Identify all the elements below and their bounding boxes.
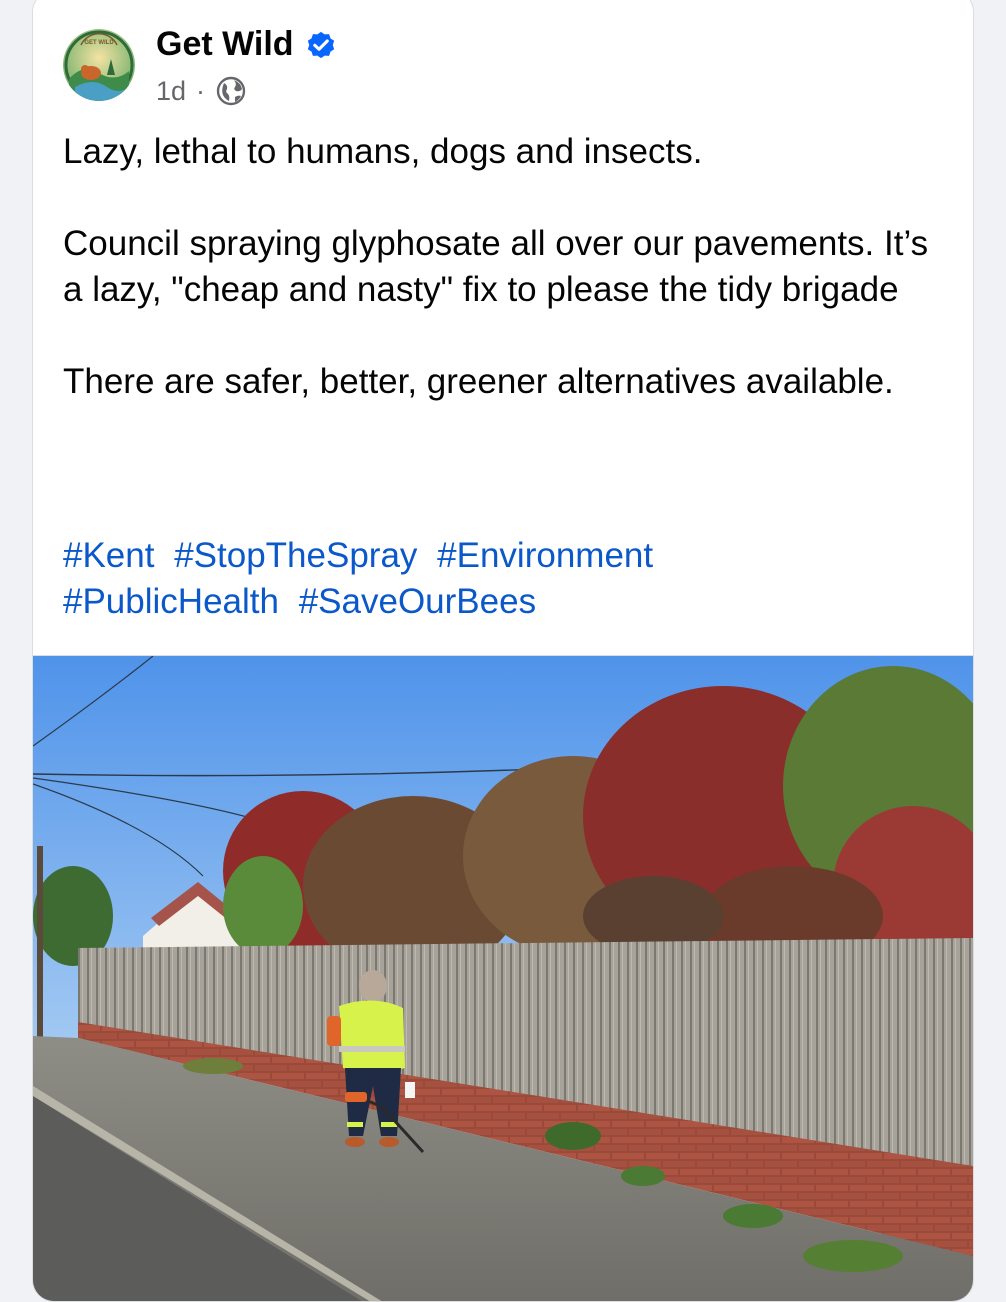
post-meta: 1d · [156,75,247,107]
avatar-logo-text: GET WILD [84,40,114,46]
post-paragraph: Council spraying glyphosate all over our… [63,224,938,309]
post-card: GET WILD Get Wild 1d · Lazy, lethal to h… [32,0,974,1302]
meta-separator: · [196,75,206,106]
globe-icon[interactable] [215,75,247,107]
post-photo[interactable] [33,655,973,1301]
hashtag-link[interactable]: #SaveOurBees [299,582,536,621]
avatar[interactable]: GET WILD [63,29,135,101]
post-paragraph: Lazy, lethal to humans, dogs and insects… [63,132,703,171]
hashtag-link[interactable]: #PublicHealth [63,582,279,621]
post-paragraph: There are safer, better, greener alterna… [63,362,894,401]
author-row: Get Wild [156,25,338,64]
hashtag-link[interactable]: #Kent [63,536,154,575]
timestamp[interactable]: 1d [156,76,186,107]
verified-badge-icon [304,28,338,62]
hashtag-list: #Kent #StopTheSpray #Environment #Public… [63,533,943,625]
post-body: Lazy, lethal to humans, dogs and insects… [63,129,943,451]
hashtag-link[interactable]: #Environment [437,536,653,575]
author-name[interactable]: Get Wild [156,25,294,64]
hashtag-link[interactable]: #StopTheSpray [174,536,417,575]
